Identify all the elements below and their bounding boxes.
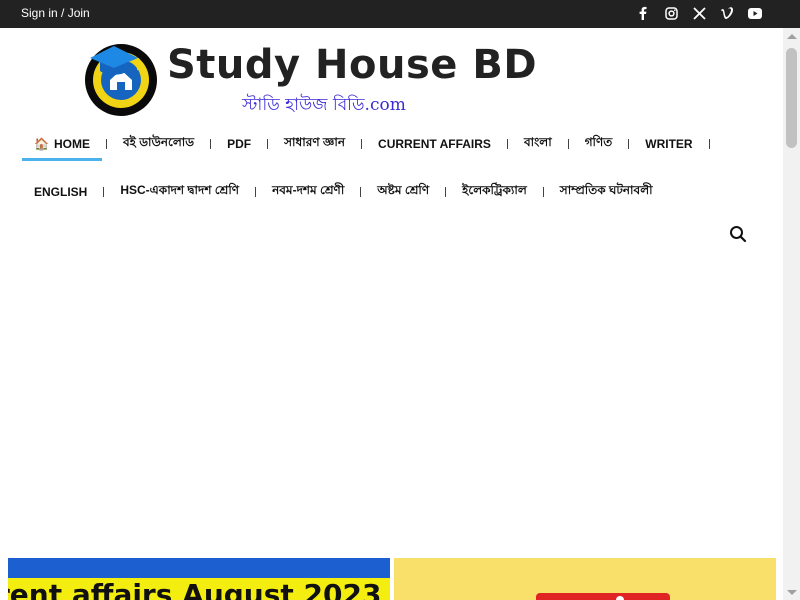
nav-item-class-9-10[interactable]: নবম-দশম শ্রেণী [260, 177, 356, 207]
top-bar: Sign in / Join [0, 0, 800, 28]
scrollbar[interactable] [783, 28, 800, 600]
main-nav-row-1: 🏠 HOME বই ডাউনলোড PDF সাধারণ জ্ঞান CURRE… [22, 129, 714, 161]
nav-item-class-8[interactable]: অষ্টম শ্রেণি [365, 177, 441, 207]
nav-item-home[interactable]: 🏠 HOME [22, 129, 102, 161]
social-icons [636, 5, 762, 21]
card-banner [8, 558, 390, 578]
nav-separator [361, 139, 363, 149]
nav-item-general-knowledge[interactable]: সাধারণ জ্ঞান [272, 129, 357, 159]
scroll-up-arrow-icon[interactable] [787, 34, 797, 39]
site-header: Study House BD স্টাডি হাউজ বিডি.com 🏠 HO… [0, 28, 783, 258]
search-icon[interactable] [728, 224, 748, 244]
nav-item-english[interactable]: ENGLISH [22, 177, 99, 207]
sign-in-link[interactable]: Sign in / Join [21, 6, 90, 20]
nav-separator [542, 187, 544, 197]
nav-label: HOME [53, 137, 90, 151]
nav-separator [506, 139, 508, 149]
card-title-image-text: rent affairs August 2023 [8, 578, 382, 600]
nav-separator [628, 139, 630, 149]
facebook-icon[interactable] [636, 5, 650, 21]
nav-separator [445, 187, 447, 197]
post-card[interactable] [394, 558, 776, 600]
nav-item-math[interactable]: গণিত [573, 129, 625, 159]
scroll-thumb[interactable] [786, 48, 797, 148]
vimeo-icon[interactable] [720, 5, 734, 21]
nav-item-hsc[interactable]: HSC-একাদশ দ্বাদশ শ্রেণি [108, 177, 251, 207]
nav-separator [103, 187, 105, 197]
site-logo[interactable] [80, 36, 162, 118]
nav-item-current-affairs[interactable]: CURRENT AFFAIRS [366, 129, 503, 159]
nav-item-writer[interactable]: WRITER [633, 129, 704, 159]
site-subtitle: স্টাডি হাউজ বিডি.com [242, 95, 406, 115]
nav-separator [210, 139, 212, 149]
nav-separator [708, 139, 710, 149]
instagram-icon[interactable] [664, 5, 678, 21]
play-icon [616, 596, 624, 600]
play-button[interactable] [536, 593, 670, 600]
nav-separator [267, 139, 269, 149]
x-icon[interactable] [692, 5, 706, 21]
nav-separator [105, 139, 107, 149]
nav-item-bangla[interactable]: বাংলা [512, 129, 564, 159]
nav-item-pdf[interactable]: PDF [215, 129, 263, 159]
nav-item-book-download[interactable]: বই ডাউনলোড [111, 129, 206, 159]
nav-separator [360, 187, 362, 197]
youtube-icon[interactable] [748, 5, 762, 21]
nav-separator [567, 139, 569, 149]
home-icon: 🏠 [34, 137, 49, 151]
post-card[interactable]: rent affairs August 2023 [8, 558, 390, 600]
ad-space [0, 258, 783, 556]
nav-item-recent-events[interactable]: সাম্প্রতিক ঘটনাবলী [548, 177, 665, 207]
scroll-down-arrow-icon[interactable] [787, 590, 797, 595]
nav-separator [255, 187, 257, 197]
main-nav-row-2: ENGLISH HSC-একাদশ দ্বাদশ শ্রেণি নবম-দশম … [22, 177, 665, 207]
nav-item-electrical[interactable]: ইলেকট্রিক্যাল [450, 177, 539, 207]
site-title[interactable]: Study House BD [167, 42, 537, 88]
